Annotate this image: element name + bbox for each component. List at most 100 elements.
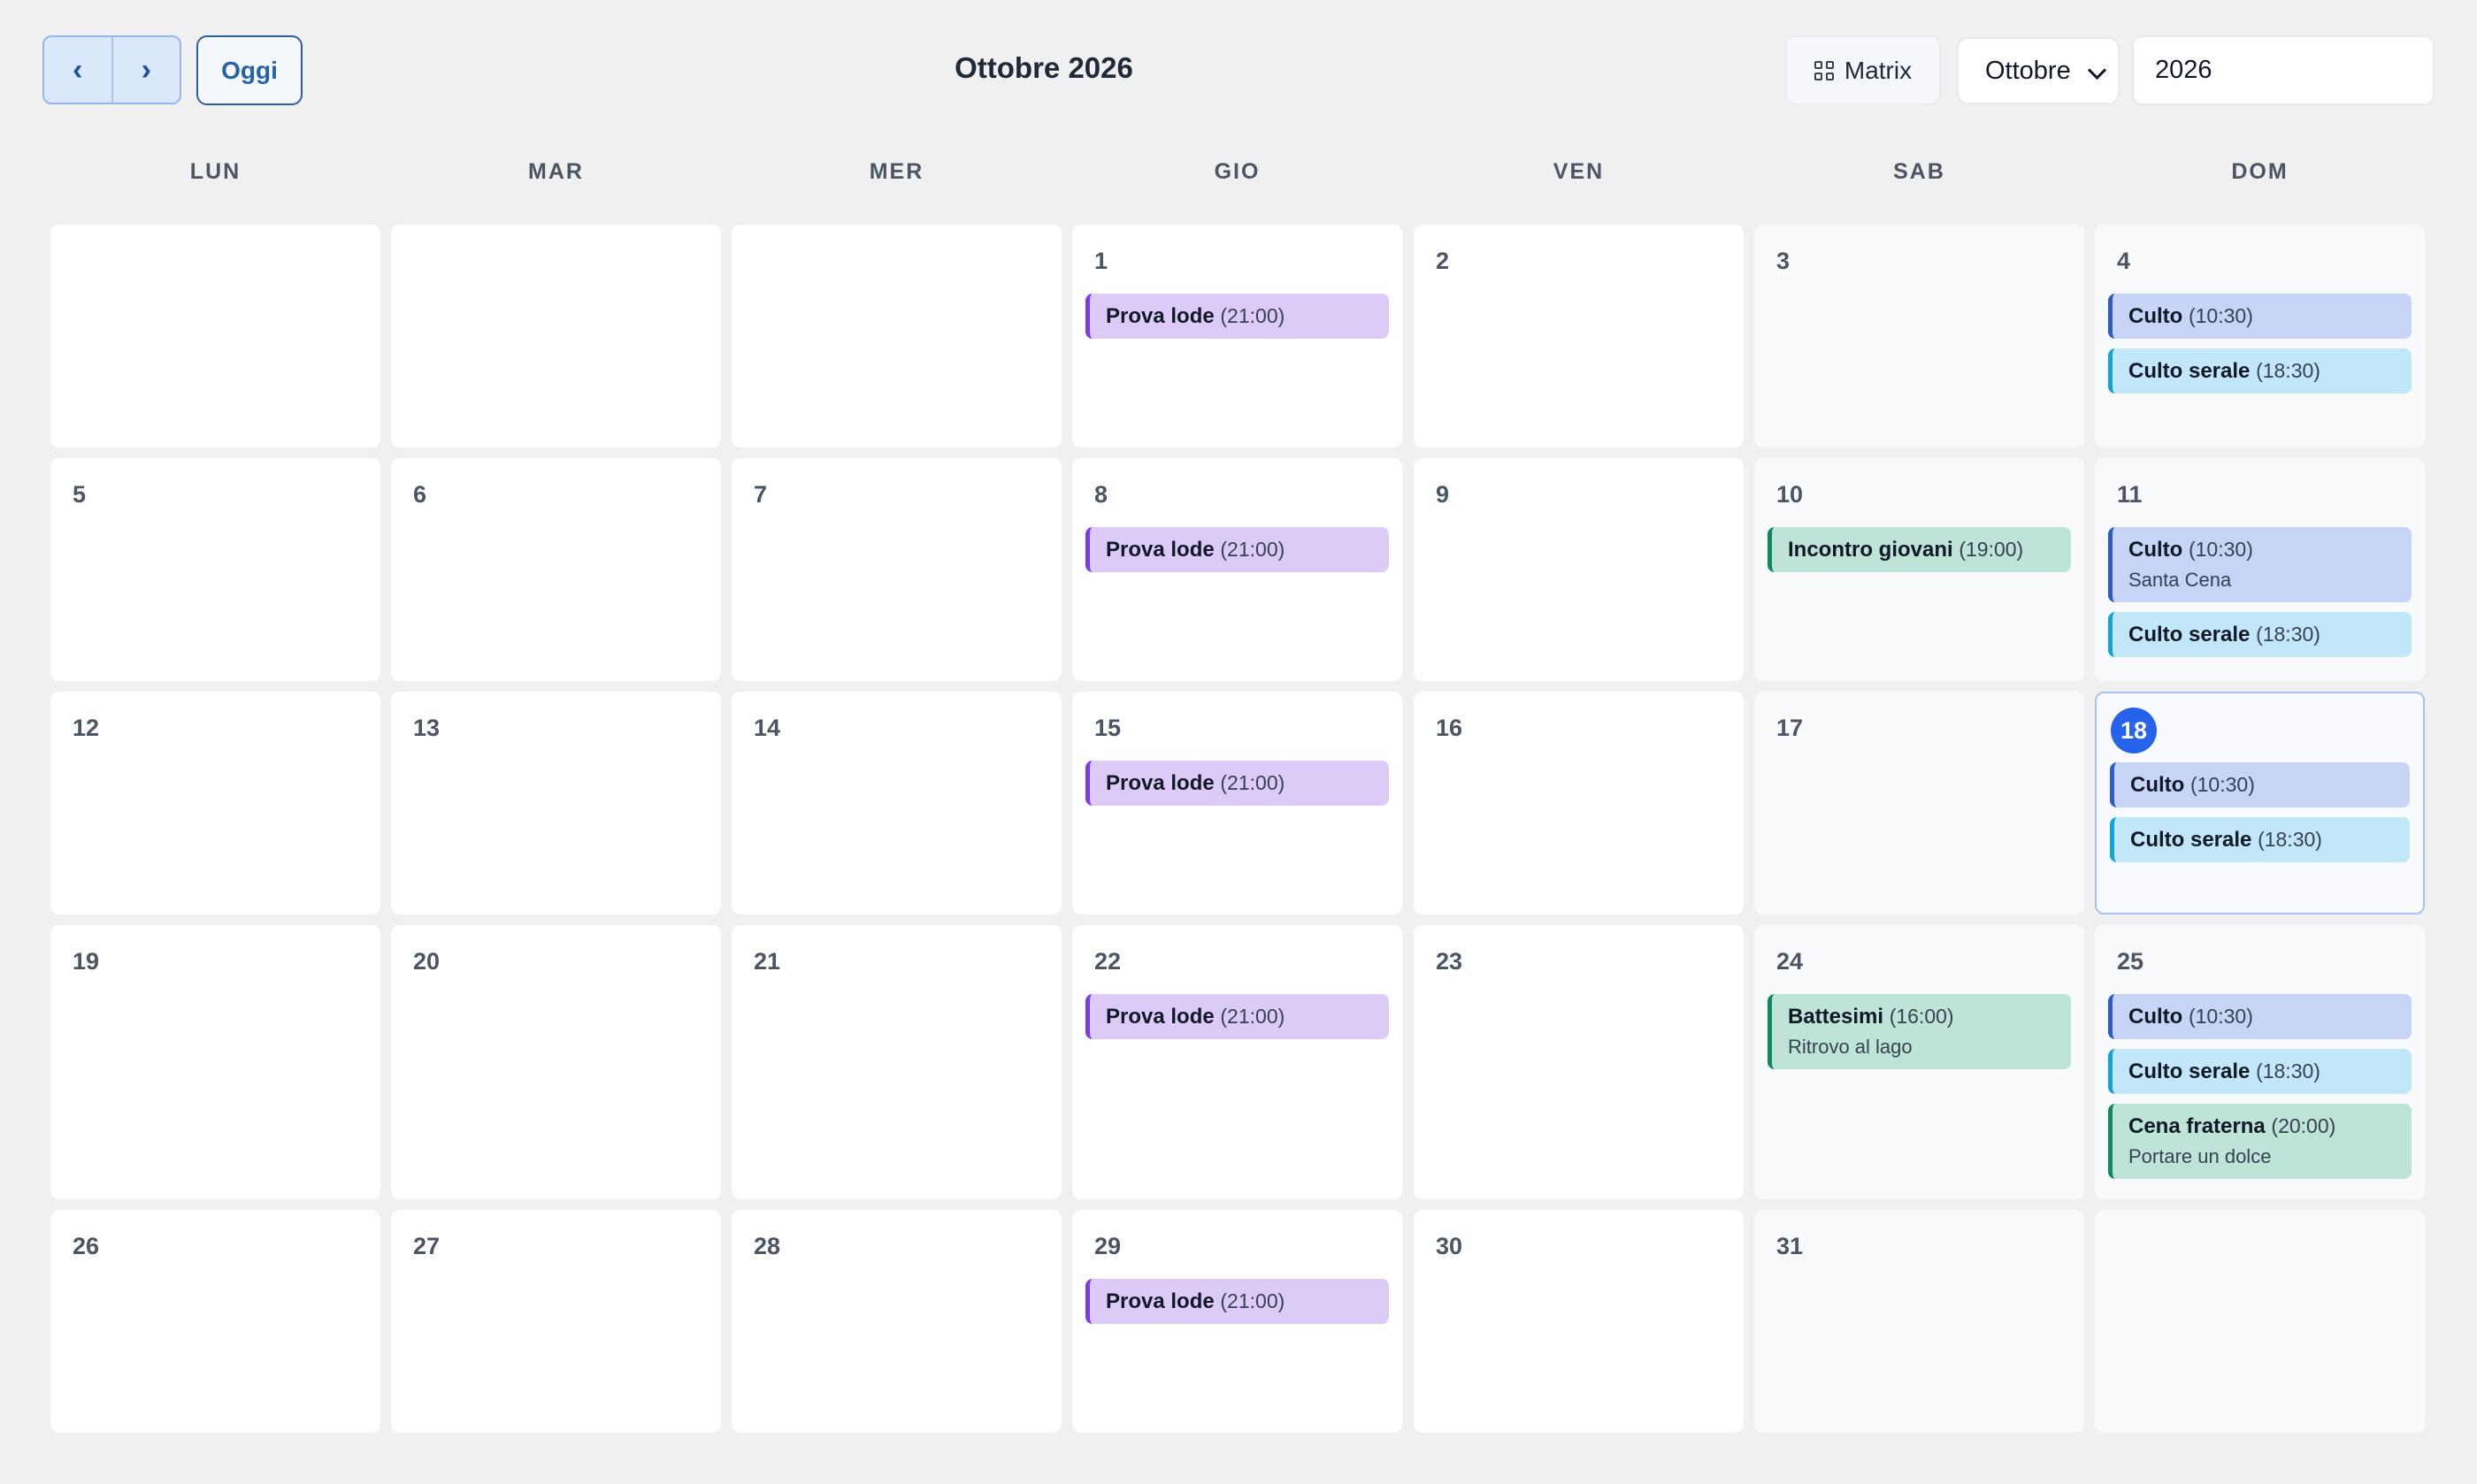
event-chip[interactable]: Culto serale (18:30) <box>2108 348 2412 394</box>
event-time: (16:00) <box>1889 1005 1954 1028</box>
matrix-view-button[interactable]: Matrix <box>1785 35 1941 105</box>
event-chip[interactable]: Prova lode (21:00) <box>1085 1279 1389 1324</box>
event-chip[interactable]: Culto (10:30) <box>2108 994 2412 1039</box>
empty-day-cell[interactable] <box>2095 1210 2425 1433</box>
day-cell[interactable]: 28 <box>732 1210 1062 1433</box>
day-cell[interactable]: 30 <box>1414 1210 1744 1433</box>
event-chip[interactable]: Culto serale (18:30) <box>2110 817 2410 862</box>
empty-day-cell[interactable] <box>732 225 1062 447</box>
year-input[interactable] <box>2132 35 2435 105</box>
day-number: 25 <box>2117 948 2144 975</box>
day-number: 2 <box>1436 248 1450 274</box>
event-time: (10:30) <box>2188 304 2253 327</box>
day-number: 10 <box>1776 481 1804 508</box>
event-list: Prova lode (21:00) <box>1085 294 1389 348</box>
event-note: Portare un dolce <box>2128 1145 2272 1167</box>
event-chip[interactable]: Culto serale (18:30) <box>2108 612 2412 657</box>
event-note: Santa Cena <box>2128 569 2232 591</box>
event-time: (21:00) <box>1220 1005 1285 1028</box>
event-chip[interactable]: Prova lode (21:00) <box>1085 527 1389 572</box>
empty-day-cell[interactable] <box>391 225 721 447</box>
month-select[interactable]: Ottobre <box>1957 37 2120 104</box>
day-cell[interactable]: 15 Prova lode (21:00) <box>1072 692 1402 914</box>
day-cell[interactable]: 12 <box>50 692 380 914</box>
event-chip[interactable]: Culto serale (18:30) <box>2108 1049 2412 1094</box>
day-cell[interactable]: 24 Battesimi (16:00) Ritrovo al lago <box>1754 925 2084 1199</box>
day-cell[interactable]: 17 <box>1754 692 2084 914</box>
event-time: (18:30) <box>2256 1059 2320 1082</box>
day-cell-today[interactable]: 18 Culto (10:30) Culto serale (18:30) <box>2095 692 2425 914</box>
day-cell[interactable]: 10 Incontro giovani (19:00) <box>1754 458 2084 681</box>
day-number: 18 <box>2111 708 2157 753</box>
event-chip[interactable]: Prova lode (21:00) <box>1085 294 1389 339</box>
day-number: 23 <box>1436 948 1463 975</box>
day-number: 29 <box>1094 1233 1122 1259</box>
event-chip[interactable]: Prova lode (21:00) <box>1085 994 1389 1039</box>
event-title: Culto serale <box>2130 828 2252 852</box>
day-cell[interactable]: 14 <box>732 692 1062 914</box>
day-cell[interactable]: 8 Prova lode (21:00) <box>1072 458 1402 681</box>
day-cell[interactable]: 5 <box>50 458 380 681</box>
day-cell[interactable]: 3 <box>1754 225 2084 447</box>
event-chip[interactable]: Incontro giovani (19:00) <box>1768 527 2071 572</box>
day-cell[interactable]: 19 <box>50 925 380 1199</box>
event-list: Culto (10:30) Culto serale (18:30) <box>2108 294 2412 403</box>
event-title: Culto <box>2128 1005 2183 1029</box>
day-cell[interactable]: 25 Culto (10:30) Culto serale (18:30) Cena … <box>2095 925 2425 1199</box>
day-number: 12 <box>73 715 100 741</box>
day-cell[interactable]: 21 <box>732 925 1062 1199</box>
event-note: Ritrovo al lago <box>1788 1036 1913 1058</box>
event-chip[interactable]: Culto (10:30) Santa Cena <box>2108 527 2412 602</box>
day-number: 5 <box>73 481 87 508</box>
event-title: Culto <box>2130 773 2185 797</box>
day-cell[interactable]: 4 Culto (10:30) Culto serale (18:30) <box>2095 225 2425 447</box>
event-title: Culto serale <box>2128 1059 2251 1083</box>
event-time: (21:00) <box>1220 304 1285 327</box>
day-cell[interactable]: 7 <box>732 458 1062 681</box>
weekday-label: DOM <box>2231 159 2289 184</box>
day-cell[interactable]: 22 Prova lode (21:00) <box>1072 925 1402 1199</box>
event-chip[interactable]: Culto (10:30) <box>2108 294 2412 339</box>
event-chip[interactable]: Cena fraterna (20:00) Portare un dolce <box>2108 1104 2412 1179</box>
day-number: 13 <box>413 715 441 741</box>
day-cell[interactable]: 27 <box>391 1210 721 1433</box>
weekday-label: LUN <box>189 159 242 184</box>
day-number: 8 <box>1094 481 1108 508</box>
day-cell[interactable]: 31 <box>1754 1210 2084 1433</box>
day-cell[interactable]: 2 <box>1414 225 1744 447</box>
event-chip[interactable]: Battesimi (16:00) Ritrovo al lago <box>1768 994 2071 1069</box>
event-title: Culto <box>2128 304 2183 328</box>
day-cell[interactable]: 9 <box>1414 458 1744 681</box>
event-time: (18:30) <box>2256 623 2320 646</box>
event-time: (21:00) <box>1220 1289 1285 1312</box>
day-number: 3 <box>1776 248 1791 274</box>
day-cell[interactable]: 6 <box>391 458 721 681</box>
empty-day-cell[interactable] <box>50 225 380 447</box>
event-list: Prova lode (21:00) <box>1085 994 1389 1049</box>
weekday-label: VEN <box>1553 159 1605 184</box>
day-number: 30 <box>1436 1233 1463 1259</box>
event-time: (10:30) <box>2189 773 2255 796</box>
event-list: Prova lode (21:00) <box>1085 1279 1389 1334</box>
event-title: Culto serale <box>2128 623 2251 646</box>
weekday-label: MAR <box>528 159 584 184</box>
day-cell[interactable]: 11 Culto (10:30) Santa Cena Culto serale (1… <box>2095 458 2425 681</box>
day-number: 9 <box>1436 481 1450 508</box>
day-cell[interactable]: 13 <box>391 692 721 914</box>
day-number: 22 <box>1094 948 1122 975</box>
day-cell[interactable]: 23 <box>1414 925 1744 1199</box>
day-cell[interactable]: 29 Prova lode (21:00) <box>1072 1210 1402 1433</box>
day-cell[interactable]: 26 <box>50 1210 380 1433</box>
matrix-label: Matrix <box>1844 56 1913 84</box>
event-chip[interactable]: Prova lode (21:00) <box>1085 761 1389 806</box>
day-number: 4 <box>2117 248 2131 274</box>
event-time: (18:30) <box>2256 359 2320 382</box>
day-number: 15 <box>1094 715 1122 741</box>
day-cell[interactable]: 20 <box>391 925 721 1199</box>
day-cell[interactable]: 1 Prova lode (21:00) <box>1072 225 1402 447</box>
event-chip[interactable]: Culto (10:30) <box>2110 762 2410 807</box>
event-time: (10:30) <box>2188 1005 2253 1028</box>
day-number: 16 <box>1436 715 1463 741</box>
day-cell[interactable]: 16 <box>1414 692 1744 914</box>
event-time: (20:00) <box>2271 1114 2336 1137</box>
